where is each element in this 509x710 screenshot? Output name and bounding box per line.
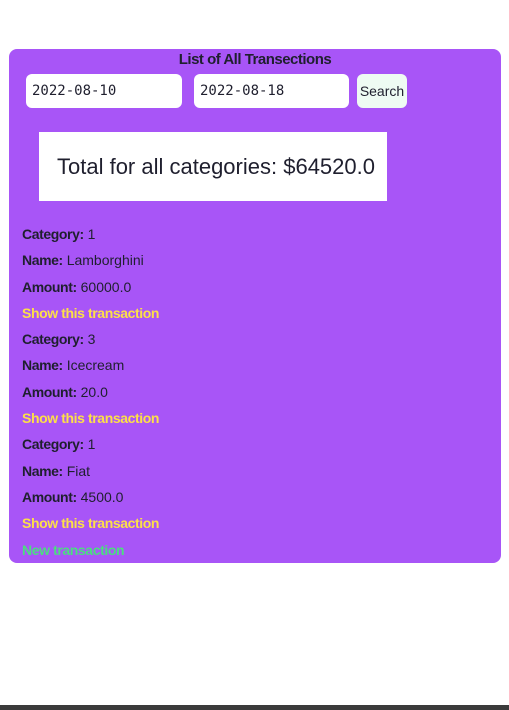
transaction-category: Category: 1 — [22, 221, 492, 247]
name-value: Fiat — [66, 462, 91, 479]
category-label: Category: — [22, 226, 84, 242]
date-to-input[interactable] — [194, 74, 349, 108]
show-transaction-link[interactable]: Show this transaction — [22, 405, 492, 431]
category-label: Category: — [22, 331, 84, 348]
transaction-list: Category: 1 Name: Lamborghini Amount: 60… — [22, 221, 492, 563]
bottom-edge-bar — [0, 705, 509, 710]
category-label: Category: — [22, 436, 84, 453]
search-button[interactable]: Search — [357, 74, 407, 108]
transaction-name: Name: Lamborghini — [22, 247, 492, 273]
name-value: Lamborghini — [66, 252, 144, 269]
new-transaction-link[interactable]: New transaction — [22, 537, 492, 563]
total-text: Total for all categories: $64520.0 — [57, 153, 375, 179]
show-transaction-link[interactable]: Show this transaction — [22, 300, 492, 326]
name-label: Name: — [22, 252, 63, 269]
transaction-amount: Amount: 60000.0 — [22, 274, 492, 300]
transaction-name: Name: Icecream — [22, 352, 492, 378]
transaction-category: Category: 1 — [22, 431, 492, 457]
amount-value: 20.0 — [80, 383, 108, 400]
category-value: 1 — [87, 436, 96, 453]
amount-label: Amount: — [22, 488, 77, 505]
amount-label: Amount: — [22, 278, 77, 295]
total-summary: Total for all categories: $64520.0 — [39, 132, 387, 201]
amount-label: Amount: — [22, 383, 77, 400]
transaction-amount: Amount: 20.0 — [22, 379, 492, 405]
amount-value: 60000.0 — [80, 278, 132, 295]
transaction-name: Name: Fiat — [22, 458, 492, 484]
transaction-category: Category: 3 — [22, 326, 492, 352]
date-from-input[interactable] — [26, 74, 182, 108]
transaction-amount: Amount: 4500.0 — [22, 484, 492, 510]
name-label: Name: — [22, 462, 63, 479]
category-value: 3 — [87, 331, 96, 348]
show-transaction-link[interactable]: Show this transaction — [22, 510, 492, 536]
name-value: Icecream — [66, 357, 125, 374]
page-title: List of All Transections — [178, 51, 332, 68]
transactions-panel: List of All Transections Search Total fo… — [9, 49, 501, 563]
name-label: Name: — [22, 357, 63, 374]
category-value: 1 — [87, 226, 96, 242]
amount-value: 4500.0 — [80, 488, 124, 505]
